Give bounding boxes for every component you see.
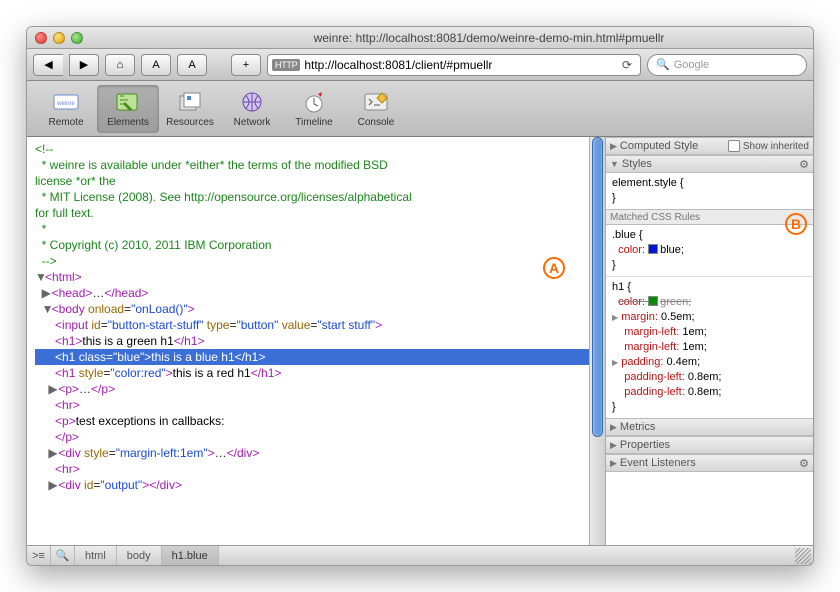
code-line[interactable]: </p> xyxy=(35,429,589,445)
search-icon: 🔍 xyxy=(656,58,670,71)
browser-window: weinre: http://localhost:8081/demo/weinr… xyxy=(26,26,814,566)
styles-header[interactable]: ▼ Styles ⚙ xyxy=(606,155,813,173)
checkbox-icon xyxy=(728,140,740,152)
breadcrumb-h1[interactable]: h1.blue xyxy=(162,546,219,566)
code-line[interactable]: * Copyright (c) 2010, 2011 IBM Corporati… xyxy=(35,237,589,253)
search-placeholder: Google xyxy=(674,59,709,71)
code-line[interactable]: ▶<div id="output"></div> xyxy=(35,477,589,493)
forward-button[interactable]: ▶ xyxy=(69,54,99,76)
code-line[interactable]: <h1 style="color:red">this is a red h1</… xyxy=(35,365,589,381)
url-input[interactable]: HTTP http://localhost:8081/client/#pmuel… xyxy=(267,54,641,76)
event-listeners-header[interactable]: ▶ Event Listeners ⚙ xyxy=(606,454,813,472)
network-icon xyxy=(237,89,267,115)
gear-icon[interactable]: ⚙ xyxy=(799,158,809,171)
navbar: ◀ ▶ ⌂ A A + HTTP http://localhost:8081/c… xyxy=(27,49,813,81)
resources-icon xyxy=(175,89,205,115)
code-line[interactable]: --> xyxy=(35,253,589,269)
rule-blue[interactable]: .blue { color: blue; } xyxy=(606,225,813,276)
code-line[interactable]: ▶<p>…</p> xyxy=(35,381,589,397)
remote-icon: weinre xyxy=(51,89,81,115)
code-line[interactable]: <input id="button-start-stuff" type="but… xyxy=(35,317,589,333)
url-text: http://localhost:8081/client/#pmuellr xyxy=(304,58,492,72)
http-badge: HTTP xyxy=(272,59,300,71)
tool-timeline[interactable]: Timeline xyxy=(283,85,345,133)
metrics-header[interactable]: ▶ Metrics xyxy=(606,418,813,436)
disclosure-icon: ▶ xyxy=(610,440,617,451)
back-button[interactable]: ◀ xyxy=(33,54,63,76)
breadcrumb-html[interactable]: html xyxy=(75,546,117,566)
code-line[interactable]: ▼<html> xyxy=(35,269,589,285)
gear-icon[interactable]: ⚙ xyxy=(799,457,809,470)
search-icon[interactable]: 🔍 xyxy=(51,546,75,566)
elements-icon xyxy=(113,89,143,115)
code-line[interactable]: * MIT License (2008). See http://opensou… xyxy=(35,189,589,205)
code-line[interactable]: for full text. xyxy=(35,205,589,221)
elements-tree[interactable]: <!-- * weinre is available under *either… xyxy=(27,137,589,545)
tool-remote[interactable]: weinre Remote xyxy=(35,85,97,133)
code-line[interactable]: ▼<body onload="onLoad()"> xyxy=(35,301,589,317)
code-line[interactable]: ▶<div style="margin-left:1em">…</div> xyxy=(35,445,589,461)
console-toggle-icon[interactable]: >≡ xyxy=(27,546,51,566)
rule-h1[interactable]: h1 { color: green; ▶ margin: 0.5em; marg… xyxy=(606,276,813,418)
computed-style-header[interactable]: ▶ Computed Style Show inherited xyxy=(606,137,813,155)
code-line[interactable]: <hr> xyxy=(35,397,589,413)
text-larger-button[interactable]: A xyxy=(177,54,207,76)
timeline-icon xyxy=(299,89,329,115)
devtools-toolbar: weinre Remote Elements Resources Network xyxy=(27,81,813,137)
svg-text:weinre: weinre xyxy=(56,101,75,107)
annotation-a: A xyxy=(543,257,565,279)
properties-header[interactable]: ▶ Properties xyxy=(606,436,813,454)
code-line[interactable]: <h1>this is a green h1</h1> xyxy=(35,333,589,349)
scroll-thumb[interactable] xyxy=(592,137,603,437)
code-line[interactable]: * weinre is available under *either* the… xyxy=(35,157,589,173)
zoom-button[interactable] xyxy=(71,32,83,44)
resize-handle[interactable] xyxy=(795,548,811,564)
styles-pane: ▶ Computed Style Show inherited ▼ Styles… xyxy=(605,137,813,545)
window-title: weinre: http://localhost:8081/demo/weinr… xyxy=(173,31,805,45)
add-bookmark-button[interactable]: + xyxy=(231,54,261,76)
disclosure-icon: ▶ xyxy=(610,141,617,152)
tool-resources[interactable]: Resources xyxy=(159,85,221,133)
scrollbar[interactable] xyxy=(589,137,605,545)
code-line[interactable]: ▶<head>…</head> xyxy=(35,285,589,301)
element-style-block[interactable]: element.style { } xyxy=(606,173,813,209)
close-button[interactable] xyxy=(35,32,47,44)
footer: >≡ 🔍 html body h1.blue xyxy=(27,545,813,565)
code-line[interactable]: <!-- xyxy=(35,141,589,157)
titlebar: weinre: http://localhost:8081/demo/weinr… xyxy=(27,27,813,49)
show-inherited-checkbox[interactable]: Show inherited xyxy=(728,140,809,152)
disclosure-icon: ▶ xyxy=(610,458,617,469)
text-smaller-button[interactable]: A xyxy=(141,54,171,76)
reload-icon[interactable]: ⟳ xyxy=(618,56,636,74)
content: <!-- * weinre is available under *either… xyxy=(27,137,813,545)
color-swatch-icon xyxy=(648,244,658,254)
matched-rules-header: Matched CSS Rules xyxy=(606,209,813,225)
minimize-button[interactable] xyxy=(53,32,65,44)
tool-console[interactable]: Console xyxy=(345,85,407,133)
tool-elements[interactable]: Elements xyxy=(97,85,159,133)
traffic-lights xyxy=(35,32,83,44)
disclosure-icon: ▶ xyxy=(610,422,617,433)
search-input[interactable]: 🔍 Google xyxy=(647,54,807,76)
code-line[interactable]: <hr> xyxy=(35,461,589,477)
code-line[interactable]: <p>test exceptions in callbacks: xyxy=(35,413,589,429)
code-line[interactable]: license *or* the xyxy=(35,173,589,189)
console-icon xyxy=(361,89,391,115)
annotation-b: B xyxy=(785,213,807,235)
tool-network[interactable]: Network xyxy=(221,85,283,133)
code-line[interactable]: * xyxy=(35,221,589,237)
code-line-selected[interactable]: <h1 class="blue">this is a blue h1</h1> xyxy=(35,349,589,365)
disclosure-icon: ▼ xyxy=(610,159,619,169)
color-swatch-icon xyxy=(648,296,658,306)
breadcrumb-body[interactable]: body xyxy=(117,546,162,566)
home-button[interactable]: ⌂ xyxy=(105,54,135,76)
